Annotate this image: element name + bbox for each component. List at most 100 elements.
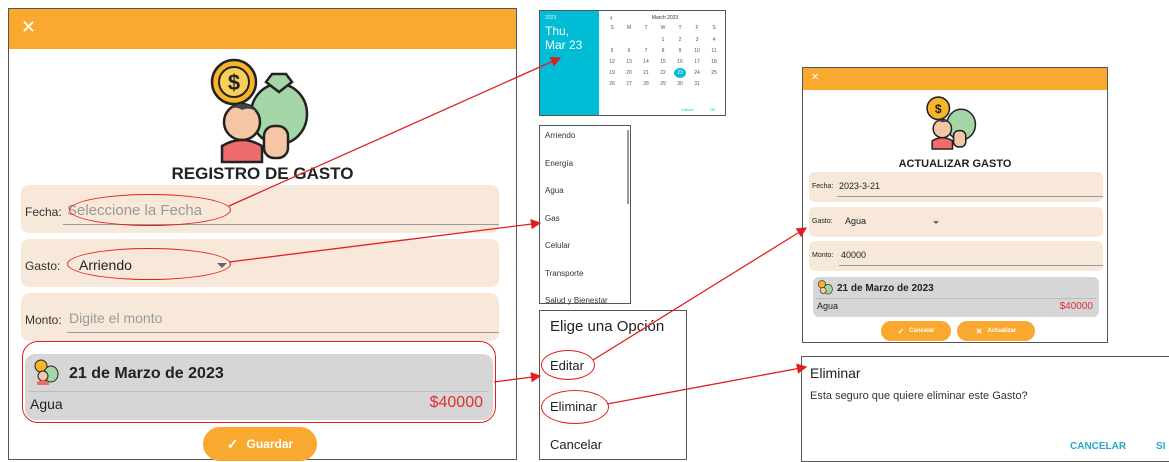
check-icon: ✓ <box>897 326 905 336</box>
update-monto-field[interactable]: Monto: 40000 <box>809 241 1103 271</box>
update-card-amount: $40000 <box>1059 301 1093 312</box>
money-person-illustration: $ <box>926 96 977 150</box>
weekday-header: T <box>644 25 648 31</box>
calendar-day[interactable]: 24 <box>691 70 703 76</box>
delete-confirm-dialog: Eliminar Esta seguro que quiere eliminar… <box>801 356 1169 462</box>
monto-underline <box>67 332 499 333</box>
option-cancelar[interactable]: Cancelar <box>550 437 602 452</box>
calendar-day[interactable]: 31 <box>691 81 703 87</box>
calendar-day[interactable]: 20 <box>623 70 635 76</box>
calendar-day[interactable]: 19 <box>606 70 618 76</box>
update-submit-button[interactable]: ✕ Actualizar <box>957 321 1035 341</box>
delete-confirm-button[interactable]: SI <box>1156 441 1165 452</box>
calendar-day[interactable]: 11 <box>708 48 720 54</box>
calendar-day[interactable]: 4 <box>708 37 720 43</box>
close-icon[interactable]: ✕ <box>21 17 36 38</box>
update-fecha-underline <box>837 196 1103 197</box>
picker-year[interactable]: 2023 <box>545 15 556 21</box>
dropdown-item[interactable]: Arriendo <box>545 131 575 140</box>
dropdown-item[interactable]: Transporte <box>545 269 583 278</box>
prev-month-icon[interactable]: ‹ <box>610 13 613 22</box>
update-cancel-label: Cancelar <box>909 328 935 334</box>
update-gasto-select[interactable]: Agua <box>845 216 866 226</box>
category-dropdown: Arriendo Energía Agua Gas Celular Transporte S… <box>539 125 631 305</box>
calendar-day[interactable]: 7 <box>640 48 652 54</box>
weekday-header: T <box>678 25 682 31</box>
update-cancel-button[interactable]: ✓ Cancelar <box>881 321 951 341</box>
update-title: ACTUALIZAR GASTO <box>898 158 1012 170</box>
calendar-day[interactable]: 29 <box>657 81 669 87</box>
calendar-day[interactable]: 16 <box>674 59 686 65</box>
calendar-day[interactable]: 27 <box>623 81 635 87</box>
monto-input[interactable]: Digite el monto <box>69 310 162 326</box>
update-fecha-field[interactable]: Fecha: 2023-3-21 <box>809 172 1103 202</box>
calendar-day[interactable]: 8 <box>657 48 669 54</box>
delete-message: Esta seguro que quiere eliminar este Gas… <box>810 390 1028 402</box>
weekday-header: S <box>610 25 614 31</box>
svg-text:$: $ <box>935 102 942 116</box>
dropdown-item[interactable]: Agua <box>545 186 564 195</box>
calendar-day[interactable]: 30 <box>674 81 686 87</box>
calendar-day[interactable]: 25 <box>708 70 720 76</box>
update-expense-card[interactable]: 21 de Marzo de 2023 Agua $40000 <box>813 277 1099 317</box>
calendar-day[interactable]: 5 <box>606 48 618 54</box>
calendar-day[interactable]: 1 <box>657 37 669 43</box>
update-form-header: ✕ <box>803 68 1107 90</box>
calendar-day[interactable]: 28 <box>640 81 652 87</box>
calendar-day[interactable]: 12 <box>606 59 618 65</box>
calendar-day[interactable]: 22 <box>657 70 669 76</box>
main-form-header: ✕ <box>9 9 516 49</box>
calendar-day[interactable]: 2 <box>674 37 686 43</box>
svg-text:$: $ <box>228 70 240 95</box>
dropdown-scrollbar[interactable] <box>627 130 629 204</box>
calendar-day[interactable]: 26 <box>606 81 618 87</box>
check-icon: ✓ <box>226 435 239 452</box>
calendar-grid: S M T W T F S 1 2 3 4 5 6 7 8 9 10 11 12 13 14 15 16 17 18 19 20 21… <box>606 25 724 105</box>
dropdown-item[interactable]: Celular <box>545 241 570 250</box>
update-fecha-input[interactable]: 2023-3-21 <box>839 181 880 191</box>
date-picker-dialog: 2023 Thu, Mar 23 ‹ March 2023 SMTWTFS123… <box>539 10 726 116</box>
annotation-box-card <box>22 341 496 423</box>
dropdown-arrow-icon[interactable] <box>933 221 939 224</box>
weekday-header: S <box>712 25 716 31</box>
update-submit-label: Actualizar <box>987 328 1017 334</box>
update-gasto-label: Gasto: <box>812 218 833 225</box>
calendar-day[interactable]: 17 <box>691 59 703 65</box>
picker-ok-button[interactable]: OK <box>710 107 716 112</box>
save-label: Guardar <box>246 437 294 451</box>
calendar-day[interactable]: 14 <box>640 59 652 65</box>
calendar-day[interactable]: 10 <box>691 48 703 54</box>
dropdown-item[interactable]: Gas <box>545 214 560 223</box>
calendar-day[interactable]: 13 <box>623 59 635 65</box>
calendar-day[interactable]: 18 <box>708 59 720 65</box>
options-dialog: Elige una Opción Editar Eliminar Cancela… <box>539 310 687 460</box>
calendar-day[interactable]: 3 <box>691 37 703 43</box>
dropdown-item[interactable]: Energía <box>545 159 573 168</box>
fecha-label: Fecha: <box>25 205 62 219</box>
save-button[interactable]: ✓ Guardar <box>203 427 317 461</box>
calendar-day[interactable]: 9 <box>674 48 686 54</box>
money-person-icon <box>817 280 833 295</box>
update-card-divider <box>816 298 1096 299</box>
annotation-circle-eliminar <box>541 390 609 424</box>
page-title: REGISTRO DE GASTO <box>171 164 354 183</box>
delete-cancel-button[interactable]: CANCELAR <box>1070 441 1126 452</box>
update-monto-underline <box>839 265 1103 266</box>
update-close-icon[interactable]: ✕ <box>811 72 819 83</box>
update-card-date: 21 de Marzo de 2023 <box>837 283 934 294</box>
annotation-circle-editar <box>541 350 595 380</box>
weekday-header: M <box>626 25 632 31</box>
update-monto-label: Monto: <box>812 252 834 259</box>
update-monto-input[interactable]: 40000 <box>841 250 866 260</box>
calendar-day[interactable]: 21 <box>640 70 652 76</box>
calendar-day[interactable]: 15 <box>657 59 669 65</box>
month-title: March 2023 <box>651 15 679 21</box>
dropdown-item[interactable]: Salud y Bienestar <box>545 296 608 305</box>
picker-cancel-button[interactable]: Cancel <box>681 107 693 112</box>
calendar-day[interactable]: 23 <box>674 68 686 78</box>
picker-weekday: Thu, <box>545 24 570 38</box>
update-gasto-field[interactable]: Gasto: Agua <box>809 207 1103 237</box>
calendar-day[interactable]: 6 <box>623 48 635 54</box>
monto-field[interactable]: Monto: Digite el monto <box>21 293 499 341</box>
annotation-circle-gasto <box>67 248 231 280</box>
